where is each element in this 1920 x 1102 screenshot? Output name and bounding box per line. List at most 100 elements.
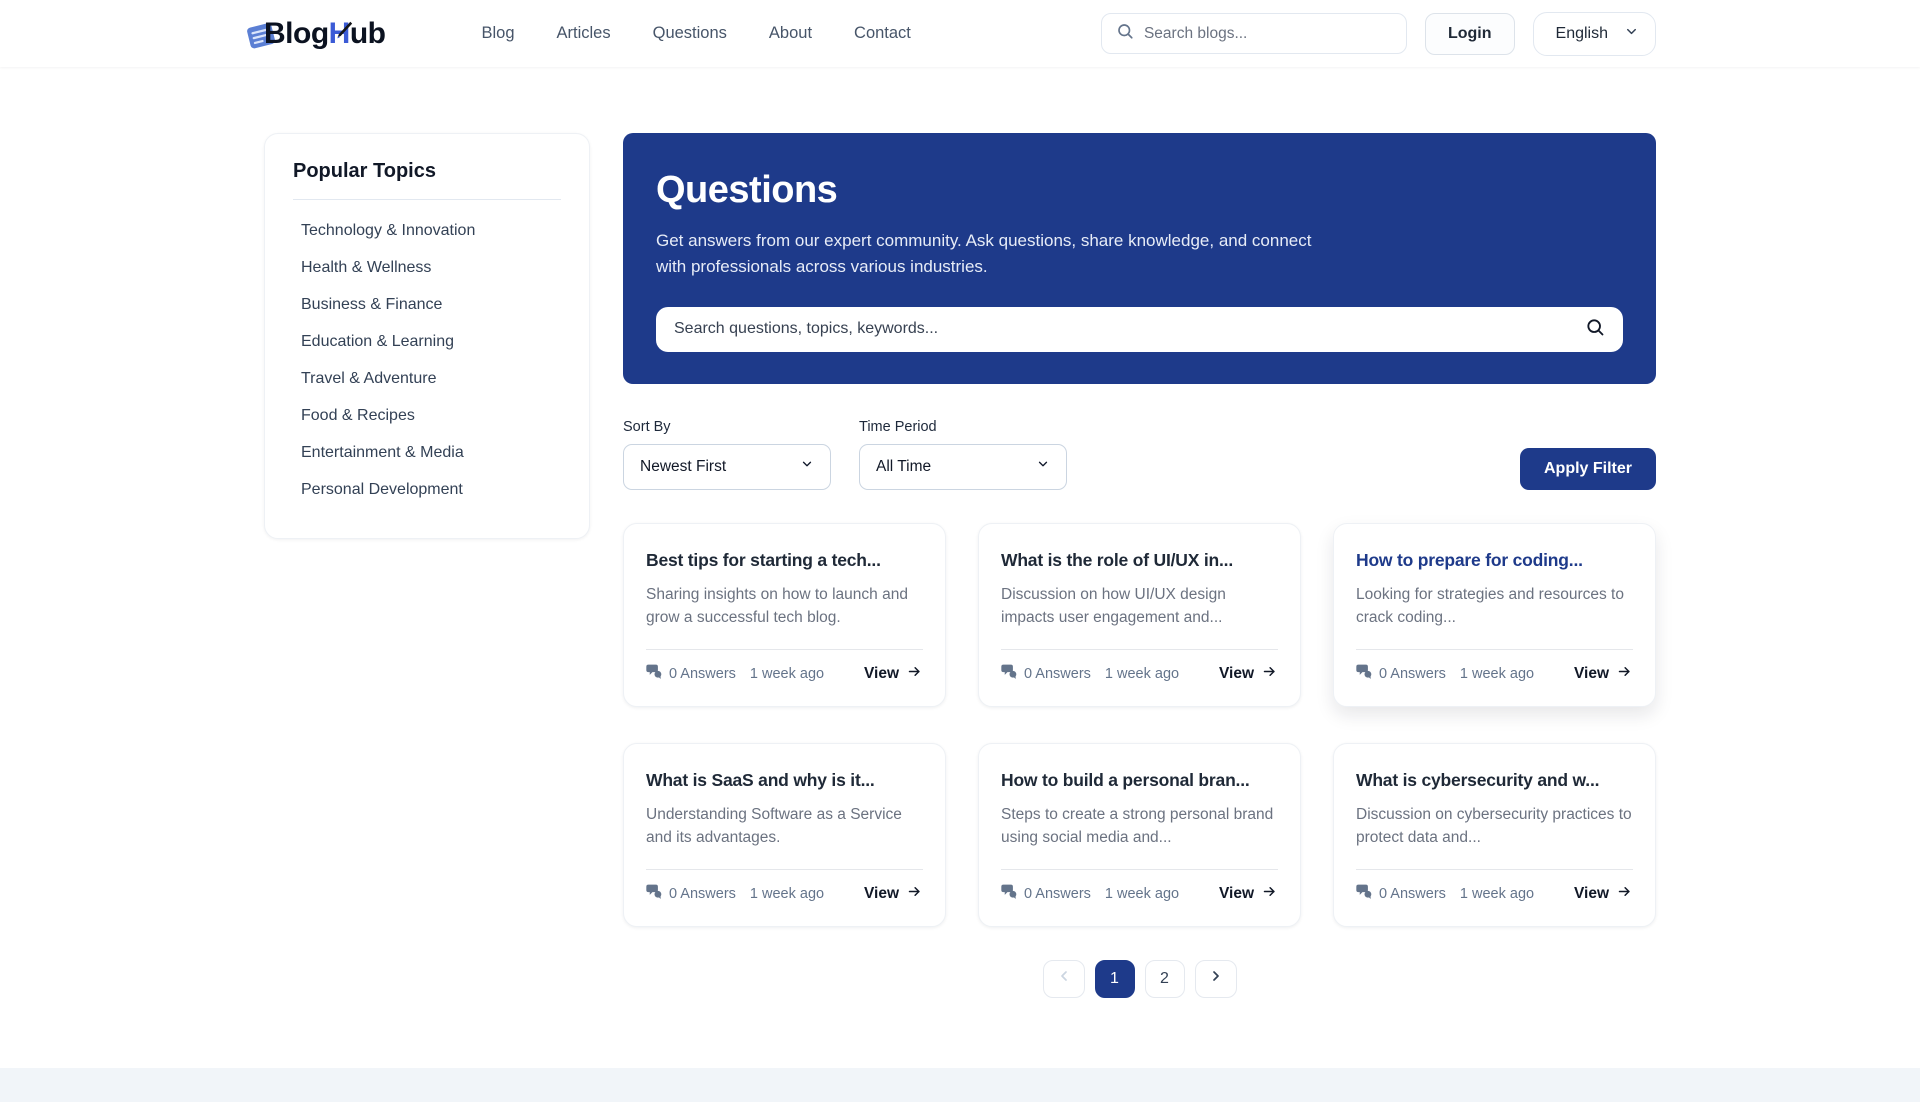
apply-filter-button[interactable]: Apply Filter	[1520, 448, 1656, 490]
chevron-left-icon	[1056, 968, 1072, 989]
answers-count: 0 Answers	[1024, 666, 1091, 682]
page-title: Questions	[656, 169, 1623, 212]
nav-link-articles[interactable]: Articles	[557, 24, 611, 43]
question-description: Discussion on cybersecurity practices to…	[1356, 803, 1633, 851]
popular-topics-panel: Popular Topics Technology & Innovation H…	[264, 133, 590, 539]
comments-icon	[1001, 884, 1018, 903]
page-button-2[interactable]: 2	[1145, 960, 1185, 998]
language-value: English	[1556, 25, 1608, 43]
chevron-right-icon	[1208, 968, 1224, 989]
arrow-right-icon	[1616, 664, 1633, 684]
popular-topics-title: Popular Topics	[293, 160, 561, 200]
chevron-down-icon	[1036, 457, 1050, 476]
next-page-button[interactable]	[1195, 960, 1237, 998]
arrow-right-icon	[1261, 884, 1278, 904]
comments-icon	[646, 664, 663, 683]
topic-item-health[interactable]: Health & Wellness	[293, 249, 561, 286]
question-description: Looking for strategies and resources to …	[1356, 583, 1633, 631]
topic-item-personal[interactable]: Personal Development	[293, 471, 561, 508]
question-card[interactable]: How to build a personal bran... Steps to…	[978, 743, 1301, 927]
time-period-select[interactable]: All Time	[859, 444, 1067, 490]
search-icon[interactable]	[1585, 317, 1605, 342]
nav-link-blog[interactable]: Blog	[481, 24, 514, 43]
posted-time: 1 week ago	[1460, 886, 1534, 902]
fountain-pen-icon	[332, 15, 354, 49]
nav-link-contact[interactable]: Contact	[854, 24, 911, 43]
question-description: Steps to create a strong personal brand …	[1001, 803, 1278, 851]
view-link[interactable]: View	[1219, 664, 1278, 684]
page-description: Get answers from our expert community. A…	[656, 228, 1346, 281]
answers-count: 0 Answers	[1024, 886, 1091, 902]
question-card[interactable]: What is the role of UI/UX in... Discussi…	[978, 523, 1301, 707]
view-link[interactable]: View	[864, 664, 923, 684]
question-card[interactable]: How to prepare for coding... Looking for…	[1333, 523, 1656, 707]
answers-count: 0 Answers	[669, 666, 736, 682]
questions-hero: Questions Get answers from our expert co…	[623, 133, 1656, 384]
chevron-down-icon	[1624, 24, 1639, 44]
questions-search-box	[656, 307, 1623, 352]
posted-time: 1 week ago	[1105, 666, 1179, 682]
comments-icon	[646, 884, 663, 903]
topic-item-business[interactable]: Business & Finance	[293, 286, 561, 323]
page-button-1[interactable]: 1	[1095, 960, 1135, 998]
question-description: Discussion on how UI/UX design impacts u…	[1001, 583, 1278, 631]
topic-item-food[interactable]: Food & Recipes	[293, 397, 561, 434]
question-title[interactable]: What is cybersecurity and w...	[1356, 770, 1633, 791]
nav-link-questions[interactable]: Questions	[653, 24, 727, 43]
divider	[1356, 649, 1633, 650]
divider	[1356, 869, 1633, 870]
nav-link-about[interactable]: About	[769, 24, 812, 43]
question-title[interactable]: How to build a personal bran...	[1001, 770, 1278, 791]
logo-text: BlogHub	[264, 17, 385, 51]
posted-time: 1 week ago	[750, 666, 824, 682]
divider	[1001, 869, 1278, 870]
question-description: Understanding Software as a Service and …	[646, 803, 923, 851]
main-nav: Blog Articles Questions About Contact	[481, 24, 910, 43]
topic-item-technology[interactable]: Technology & Innovation	[293, 212, 561, 249]
topic-item-entertainment[interactable]: Entertainment & Media	[293, 434, 561, 471]
question-title[interactable]: Best tips for starting a tech...	[646, 550, 923, 571]
view-link[interactable]: View	[1219, 884, 1278, 904]
login-button[interactable]: Login	[1425, 13, 1515, 55]
question-title[interactable]: What is the role of UI/UX in...	[1001, 550, 1278, 571]
topic-item-travel[interactable]: Travel & Adventure	[293, 360, 561, 397]
divider	[646, 649, 923, 650]
question-card[interactable]: Best tips for starting a tech... Sharing…	[623, 523, 946, 707]
question-card[interactable]: What is cybersecurity and w... Discussio…	[1333, 743, 1656, 927]
language-select[interactable]: English	[1533, 12, 1656, 56]
sort-by-label: Sort By	[623, 419, 831, 435]
divider	[1001, 649, 1278, 650]
pagination: 1 2	[623, 960, 1656, 998]
questions-search-input[interactable]	[674, 320, 1573, 338]
comments-icon	[1356, 884, 1373, 903]
prev-page-button[interactable]	[1043, 960, 1085, 998]
arrow-right-icon	[1616, 884, 1633, 904]
view-link[interactable]: View	[864, 884, 923, 904]
time-period-value: All Time	[876, 458, 931, 476]
comments-icon	[1356, 664, 1373, 683]
comments-icon	[1001, 664, 1018, 683]
posted-time: 1 week ago	[1460, 666, 1534, 682]
question-description: Sharing insights on how to launch and gr…	[646, 583, 923, 631]
question-title[interactable]: How to prepare for coding...	[1356, 550, 1633, 571]
posted-time: 1 week ago	[1105, 886, 1179, 902]
divider	[646, 869, 923, 870]
footer	[0, 1068, 1920, 1102]
view-link[interactable]: View	[1574, 884, 1633, 904]
view-link[interactable]: View	[1574, 664, 1633, 684]
blog-search-box	[1101, 13, 1407, 54]
topic-item-education[interactable]: Education & Learning	[293, 323, 561, 360]
arrow-right-icon	[906, 884, 923, 904]
arrow-right-icon	[1261, 664, 1278, 684]
search-icon	[1116, 22, 1134, 45]
question-title[interactable]: What is SaaS and why is it...	[646, 770, 923, 791]
question-card[interactable]: What is SaaS and why is it... Understand…	[623, 743, 946, 927]
top-navbar: BlogHub Blog Articles Questions About Co…	[0, 0, 1920, 67]
posted-time: 1 week ago	[750, 886, 824, 902]
sort-by-select[interactable]: Newest First	[623, 444, 831, 490]
question-cards-grid: Best tips for starting a tech... Sharing…	[623, 523, 1656, 927]
blog-search-input[interactable]	[1144, 25, 1392, 43]
chevron-down-icon	[800, 457, 814, 476]
bloghub-logo[interactable]: BlogHub	[264, 17, 385, 51]
time-period-label: Time Period	[859, 419, 1067, 435]
